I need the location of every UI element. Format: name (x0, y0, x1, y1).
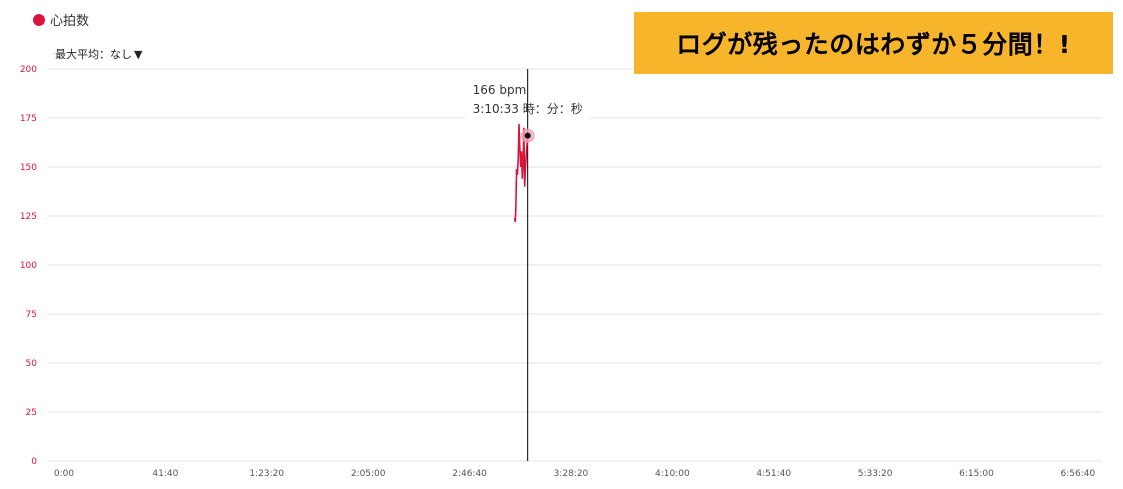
x-tick-label: 5:33:20 (858, 469, 893, 479)
grid-lines (48, 68, 1102, 462)
x-tick-label: 6:56:40 (1061, 469, 1096, 479)
x-tick-label: 4:10:00 (655, 469, 690, 479)
y-tick-label: 125 (20, 212, 37, 222)
x-tick-label: 4:51:40 (756, 469, 791, 479)
x-tick-label: 2:05:00 (351, 469, 386, 479)
x-tick-label: 1:23:20 (249, 469, 284, 479)
y-tick-label: 100 (20, 261, 37, 271)
annotation-banner: ログが残ったのはわずか５分間！! (634, 12, 1113, 74)
annotation-text: ログが残ったのはわずか５分間！! (676, 30, 1071, 59)
y-tick-label: 25 (26, 408, 37, 418)
x-tick-label: 41:40 (152, 469, 178, 479)
x-tick-label: 6:15:00 (959, 469, 994, 479)
hover-point (524, 132, 531, 139)
x-tick-label: 2:46:40 (452, 469, 487, 479)
y-tick-label: 200 (20, 65, 37, 75)
tooltip-value: 166 bpm (473, 83, 527, 97)
y-tick-label: 175 (20, 114, 37, 124)
y-tick-label: 75 (26, 310, 37, 320)
x-tick-label: 3:28:20 (554, 469, 589, 479)
y-tick-label: 0 (31, 457, 37, 467)
y-tick-label: 50 (26, 359, 38, 369)
y-tick-label: 150 (20, 163, 37, 173)
x-axis-ticks: 0:00 41:40 1:23:20 2:05:00 2:46:40 3:28:20 4:1… (54, 469, 1096, 479)
y-axis-ticks: 0 25 50 75 100 125 150 175 200 (20, 65, 37, 467)
x-tick-label: 0:00 (54, 469, 74, 479)
